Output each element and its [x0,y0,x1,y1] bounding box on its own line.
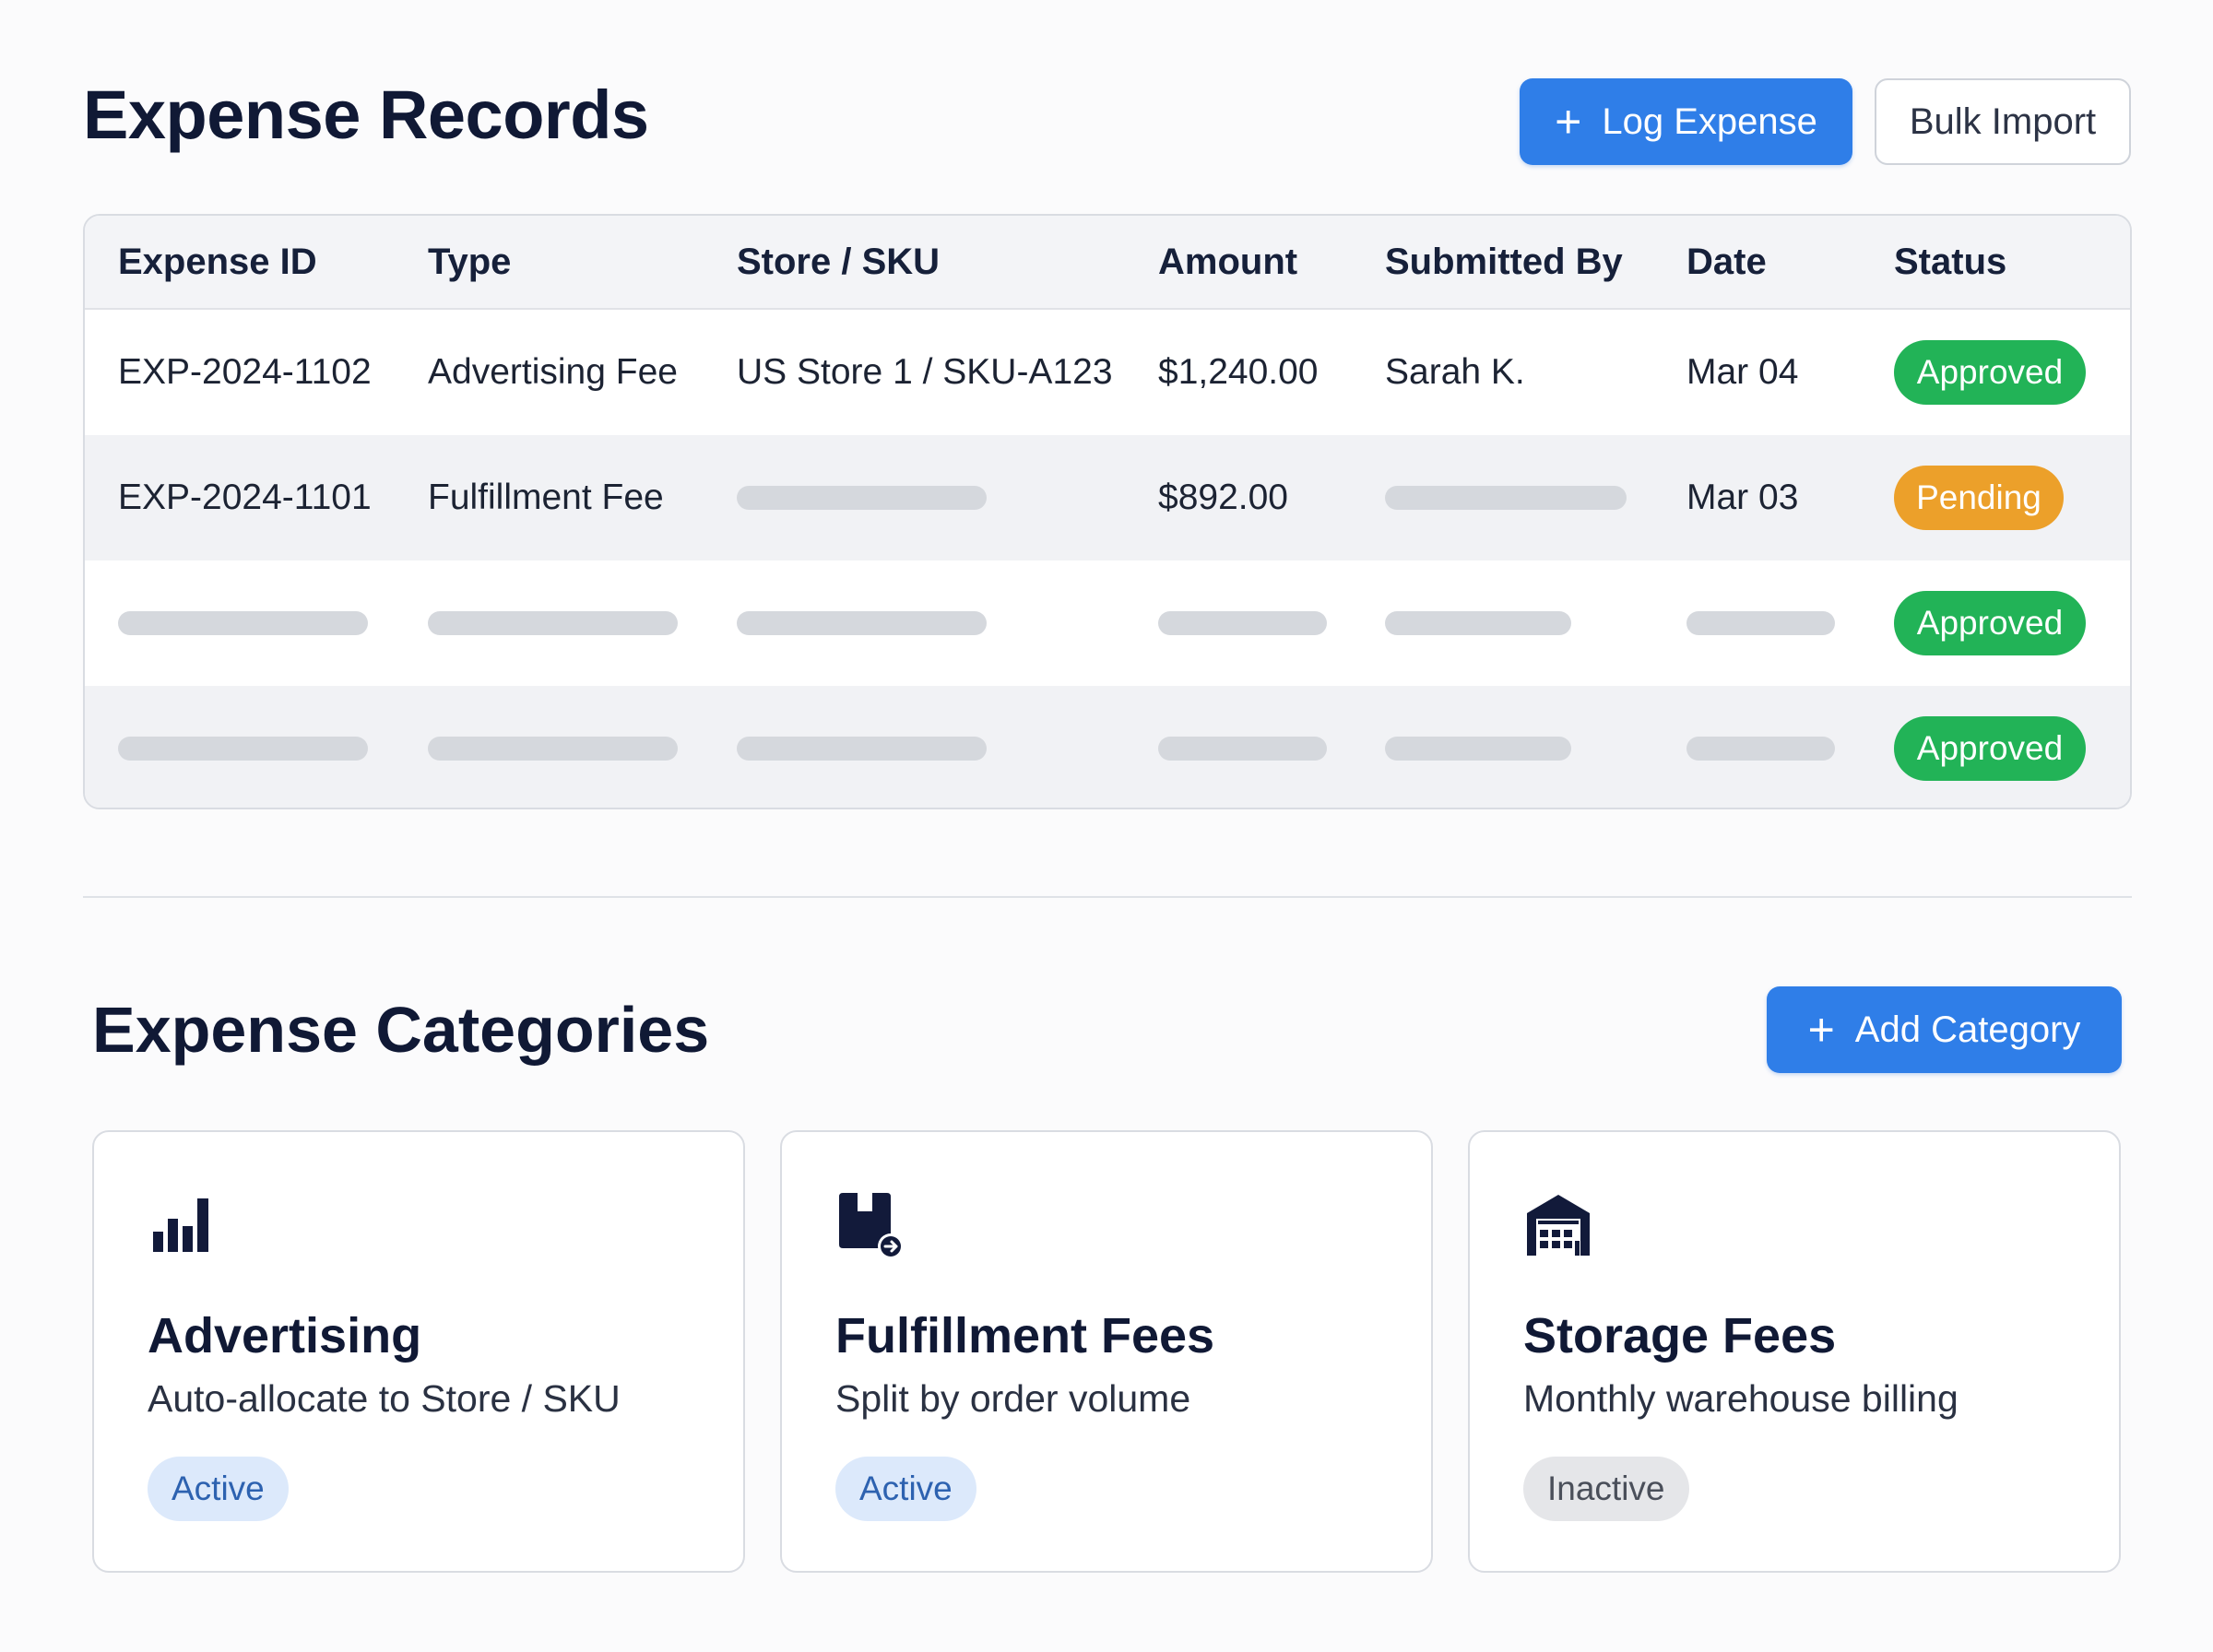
amount-cell: $1,240.00 [1158,352,1319,392]
loading-placeholder [1385,737,1571,761]
column-header-store-sku[interactable]: Store / SKU [737,216,940,308]
loading-placeholder [737,737,987,761]
table-row[interactable]: EXP-2024-1101 Fulfillment Fee $892.00 Ma… [85,435,2130,560]
loading-placeholder [118,737,368,761]
category-description: Split by order volume [835,1377,1191,1420]
category-name: Storage Fees [1523,1308,1837,1363]
loading-placeholder [1158,611,1327,635]
warehouse-icon [1527,1195,1590,1256]
expense-id-cell: EXP-2024-1102 [118,352,372,392]
expense-records-title: Expense Records [83,77,649,153]
table-row[interactable]: Approved [85,686,2130,808]
loading-placeholder [1385,486,1627,510]
loading-placeholder [428,611,678,635]
column-header-type[interactable]: Type [428,216,511,308]
expense-records-table: Expense ID Type Store / SKU Amount Submi… [83,214,2132,809]
category-status-badge: Inactive [1523,1457,1689,1521]
loading-placeholder [737,486,987,510]
table-row[interactable]: Approved [85,560,2130,686]
loading-placeholder [428,737,678,761]
status-badge: Approved [1894,591,2086,655]
category-name: Fulfillment Fees [835,1308,1215,1363]
loading-placeholder [118,611,368,635]
plus-icon: + [1807,1004,1835,1056]
bar-chart-icon [153,1198,208,1252]
date-cell: Mar 03 [1686,478,1799,517]
type-cell: Advertising Fee [428,352,678,392]
loading-placeholder [737,611,987,635]
status-badge: Approved [1894,340,2086,405]
plus-icon: + [1555,96,1582,148]
log-expense-button[interactable]: + Log Expense [1520,78,1852,165]
bulk-import-label: Bulk Import [1909,100,2097,142]
loading-placeholder [1686,737,1835,761]
status-badge: Pending [1894,466,2064,530]
type-cell: Fulfillment Fee [428,478,664,517]
category-description: Monthly warehouse billing [1523,1377,1959,1420]
category-card-storage-fees[interactable]: Storage Fees Monthly warehouse billing I… [1468,1130,2121,1573]
submitted-by-cell: Sarah K. [1385,352,1525,392]
category-name: Advertising [148,1308,422,1363]
add-category-label: Add Category [1854,1009,2081,1050]
date-cell: Mar 04 [1686,352,1799,392]
package-arrow-icon [839,1193,904,1259]
table-header: Expense ID Type Store / SKU Amount Submi… [85,216,2130,310]
category-status-badge: Active [148,1457,289,1521]
status-badge: Approved [1894,716,2086,781]
bulk-import-button[interactable]: Bulk Import [1875,78,2131,165]
amount-cell: $892.00 [1158,478,1288,517]
category-card-fulfillment-fees[interactable]: Fulfillment Fees Split by order volume A… [780,1130,1433,1573]
loading-placeholder [1686,611,1835,635]
column-header-date[interactable]: Date [1686,216,1767,308]
expense-id-cell: EXP-2024-1101 [118,478,372,517]
store-sku-cell: US Store 1 / SKU-A123 [737,352,1113,392]
loading-placeholder [1385,611,1571,635]
category-card-advertising[interactable]: Advertising Auto-allocate to Store / SKU… [92,1130,745,1573]
add-category-button[interactable]: + Add Category [1767,986,2122,1073]
expense-categories-title: Expense Categories [92,994,710,1066]
section-divider [83,896,2132,898]
column-header-amount[interactable]: Amount [1158,216,1297,308]
table-row[interactable]: EXP-2024-1102 Advertising Fee US Store 1… [85,310,2130,435]
column-header-expense-id[interactable]: Expense ID [118,216,317,308]
column-header-submitted-by[interactable]: Submitted By [1385,216,1623,308]
column-header-status[interactable]: Status [1894,216,2006,308]
log-expense-label: Log Expense [1602,100,1817,142]
category-status-badge: Active [835,1457,976,1521]
category-description: Auto-allocate to Store / SKU [148,1377,621,1420]
loading-placeholder [1158,737,1327,761]
